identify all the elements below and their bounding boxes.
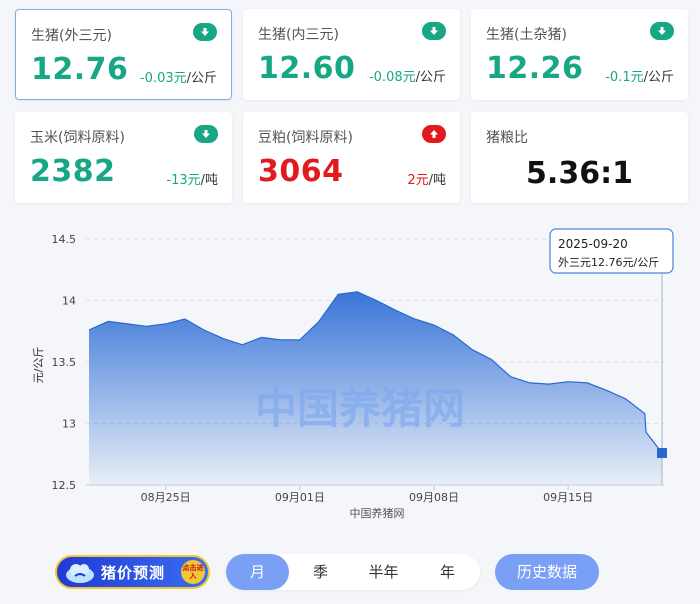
card-unit: /吨 <box>428 173 446 188</box>
x-tick-label: 09月15日 <box>543 491 593 504</box>
card-unit: /公斤 <box>186 71 217 86</box>
tooltip: 2025-09-20 外三元12.76元/公斤 <box>549 228 674 274</box>
card-name: 玉米(饲料原料) <box>30 130 125 146</box>
down-arrow-icon <box>650 22 674 40</box>
bottom-controls: 猪价预测 点击进入 月 季 半年 年 历史数据 <box>0 545 700 600</box>
card-price: 12.26 <box>486 51 584 86</box>
card-3[interactable]: 玉米(饲料原料) 2382 -13元/吨 <box>15 112 232 203</box>
history-data-button[interactable]: 历史数据 <box>495 554 599 590</box>
y-axis-label: 元/公斤 <box>32 347 45 384</box>
card-change: -13元 <box>166 173 201 188</box>
watermark: 中国养猪网 <box>255 384 465 433</box>
enter-badge: 点击进入 <box>181 560 205 584</box>
x-ticks: 08月25日 09月01日 09月08日 09月15日 <box>141 485 593 504</box>
up-arrow-icon <box>422 125 446 143</box>
down-arrow-icon <box>194 125 218 143</box>
y-tick-label: 13.5 <box>52 356 77 369</box>
card-change: -0.1元 <box>605 70 644 85</box>
card-change: -0.08元 <box>368 70 416 85</box>
x-tick-label: 08月25日 <box>141 491 191 504</box>
card-name: 猪粮比 <box>486 130 528 146</box>
card-unit: /公斤 <box>643 70 674 85</box>
y-ticks: 14.5 14 13.5 13 12.5 <box>52 233 77 492</box>
card-price: 12.76 <box>31 52 129 87</box>
tab-half-year[interactable]: 半年 <box>352 554 415 590</box>
price-cards: 生猪(外三元) 12.76 -0.03元/公斤 生猪(内三元) 12.60 -0… <box>0 0 700 215</box>
card-unit: /吨 <box>200 173 218 188</box>
y-tick-label: 14.5 <box>52 233 77 246</box>
last-data-point[interactable] <box>657 448 667 459</box>
card-change: 2元 <box>407 173 429 188</box>
card-price: 12.60 <box>258 51 356 86</box>
card-name: 生猪(外三元) <box>31 28 112 44</box>
card-5[interactable]: 猪粮比 5.36:1 <box>471 112 688 203</box>
tab-month[interactable]: 月 <box>226 554 289 590</box>
price-trend-chart[interactable]: 14.5 14 13.5 13 12.5 08月25日 09月01日 09月08日 09月15… <box>0 215 700 540</box>
y-tick-label: 12.5 <box>52 479 77 492</box>
period-tabs: 月 季 半年 年 <box>226 554 480 590</box>
card-1[interactable]: 生猪(内三元) 12.60 -0.08元/公斤 <box>243 9 460 100</box>
predict-label: 猪价预测 <box>101 563 166 582</box>
y-tick-label: 14 <box>62 295 76 308</box>
card-name: 生猪(土杂猪) <box>486 27 567 43</box>
tab-year[interactable]: 年 <box>416 554 479 590</box>
card-price: 5.36:1 <box>526 156 633 191</box>
x-axis-label: 中国养猪网 <box>350 506 405 520</box>
y-tick-label: 13 <box>62 418 76 431</box>
card-change: -0.03元 <box>139 71 187 86</box>
card-0[interactable]: 生猪(外三元) 12.76 -0.03元/公斤 <box>15 9 232 100</box>
price-predict-button[interactable]: 猪价预测 点击进入 <box>55 555 210 589</box>
card-price: 3064 <box>258 154 344 189</box>
x-tick-label: 09月01日 <box>275 491 325 504</box>
down-arrow-icon <box>193 23 217 41</box>
cloud-icon <box>66 564 94 583</box>
card-2[interactable]: 生猪(土杂猪) 12.26 -0.1元/公斤 <box>471 9 688 100</box>
tooltip-text: 外三元12.76元/公斤 <box>558 256 659 269</box>
card-price: 2382 <box>30 154 116 189</box>
down-arrow-icon <box>422 22 446 40</box>
card-4[interactable]: 豆粕(饲料原料) 3064 2元/吨 <box>243 112 460 203</box>
tab-quarter[interactable]: 季 <box>289 554 352 590</box>
tooltip-date: 2025-09-20 <box>558 237 628 251</box>
card-name: 豆粕(饲料原料) <box>258 130 353 146</box>
x-tick-label: 09月08日 <box>409 491 459 504</box>
card-name: 生猪(内三元) <box>258 27 339 43</box>
card-unit: /公斤 <box>415 70 446 85</box>
